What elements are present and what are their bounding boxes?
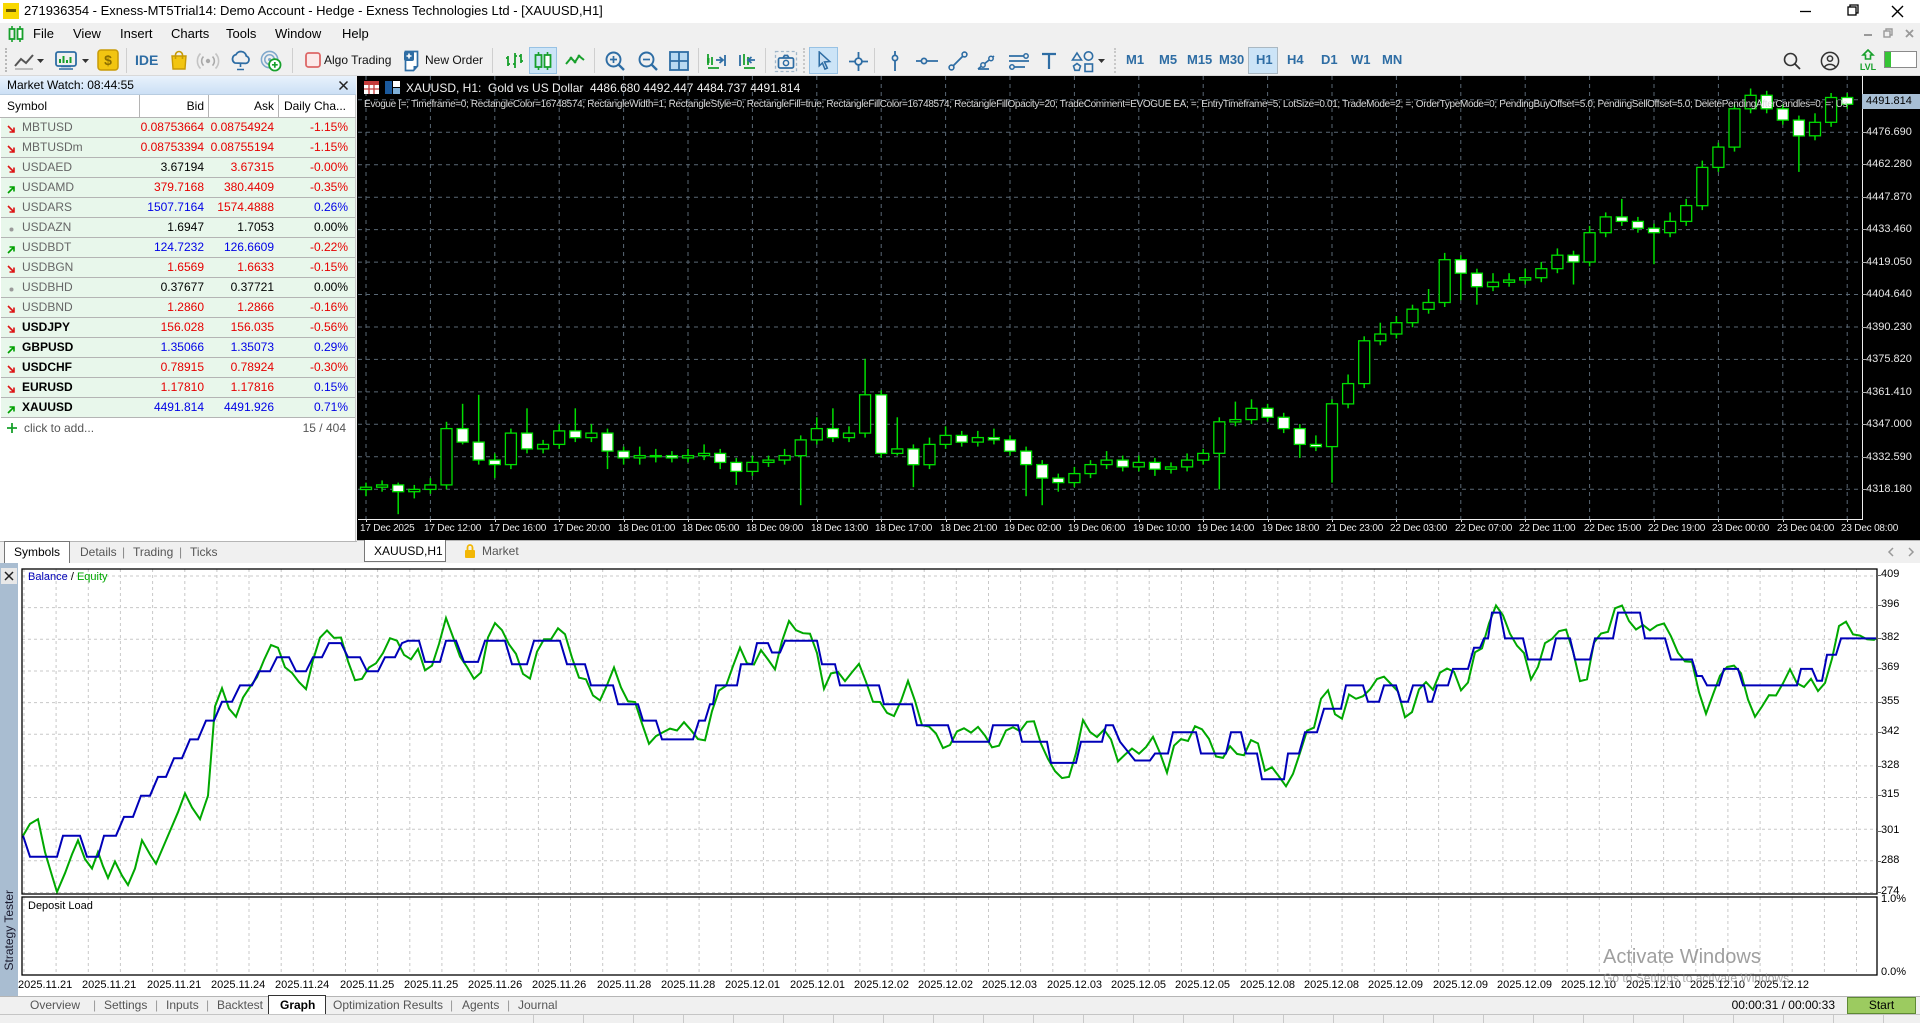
svg-text:LVL: LVL — [1860, 62, 1877, 72]
svg-text:$: $ — [104, 52, 112, 68]
